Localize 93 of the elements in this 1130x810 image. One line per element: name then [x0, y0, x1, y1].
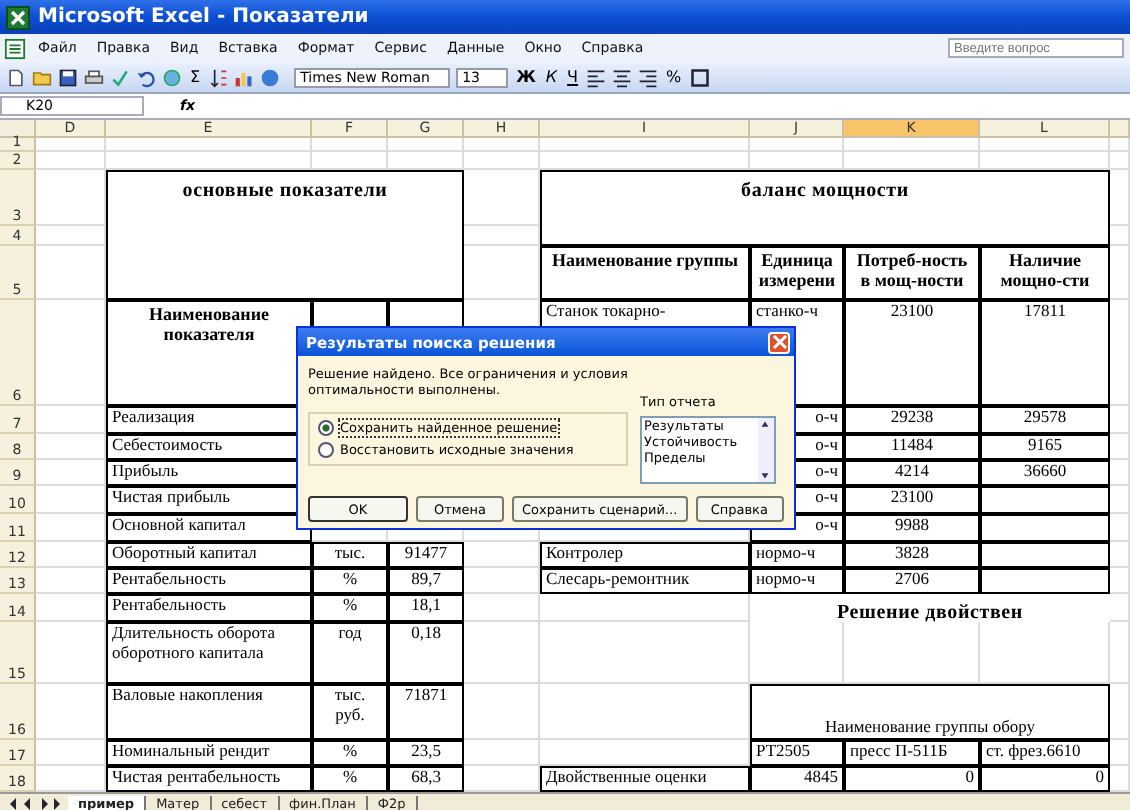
table-cell: 18,1: [388, 594, 464, 622]
scroll-down-icon[interactable]: [758, 468, 772, 482]
column-heading: ст. фрез.6610: [980, 740, 1110, 766]
new-document-icon[interactable]: [6, 67, 26, 87]
table-cell: нормо-ч: [750, 542, 844, 568]
scrollbar[interactable]: [758, 418, 774, 482]
printer-icon[interactable]: [84, 67, 104, 87]
column-header[interactable]: [1110, 120, 1130, 138]
empty-cell[interactable]: [980, 138, 1110, 152]
table-cell: Основной капитал: [106, 514, 312, 542]
table-cell: Номинальный рендит: [106, 740, 312, 766]
empty-cell[interactable]: [750, 138, 844, 152]
table-cell: %: [312, 568, 388, 594]
row-heading: Двойственные оценки: [540, 766, 750, 792]
empty-cell[interactable]: [1110, 622, 1130, 684]
column-heading: Наименование группы обору: [750, 684, 1110, 740]
column-heading: РТ2505: [750, 740, 844, 766]
autosum-button[interactable]: Σ: [188, 68, 203, 86]
table-cell: 0: [980, 766, 1110, 792]
table-cell: 9988: [844, 514, 980, 542]
spreadsheet-app-icon: [6, 5, 30, 29]
table-cell: 68,3: [388, 766, 464, 792]
radio-button[interactable]: [318, 441, 334, 458]
empty-cell[interactable]: [388, 138, 464, 152]
empty-cell[interactable]: [312, 138, 388, 152]
align-center-icon[interactable]: [612, 67, 633, 87]
spreadsheet-document-icon[interactable]: [4, 37, 26, 59]
table-cell: 36660: [980, 460, 1110, 486]
sort-icon[interactable]: [208, 67, 229, 87]
table-cell: год: [312, 622, 388, 684]
table-cell: Валовые накопления: [106, 684, 312, 740]
align-right-icon[interactable]: [638, 67, 659, 87]
chart-icon[interactable]: [234, 67, 255, 87]
save-icon[interactable]: [58, 67, 78, 87]
empty-cell[interactable]: [540, 138, 750, 152]
table-title: Решение двойствен: [750, 594, 1110, 622]
table-cell: 91477: [388, 542, 464, 568]
column-heading: Наличие мощно-сти: [980, 246, 1110, 300]
borders-icon[interactable]: [689, 67, 710, 87]
empty-cell[interactable]: [464, 138, 540, 152]
column-heading: пресс П-511Б: [844, 740, 980, 766]
empty-cell[interactable]: [1110, 138, 1130, 152]
italic-button[interactable]: К: [543, 68, 560, 86]
table-cell: нормо-ч: [750, 568, 844, 594]
table-cell: 29238: [844, 406, 980, 434]
table-cell: 89,7: [388, 568, 464, 594]
column-heading: Единица измерени: [750, 246, 844, 300]
check-mark-icon[interactable]: [110, 67, 130, 87]
table-cell: 0,18: [388, 622, 464, 684]
underline-button[interactable]: Ч: [565, 68, 581, 86]
table-cell: 11484: [844, 434, 980, 460]
table-cell: %: [312, 594, 388, 622]
table-cell: Слесарь-ремонтник: [540, 568, 750, 594]
table-cell: тыс. руб.: [312, 684, 388, 740]
table-title: баланс мощности: [540, 170, 1110, 246]
table-cell: 3828: [844, 542, 980, 568]
table-cell: 9165: [980, 434, 1110, 460]
column-heading: Наименование группы: [540, 246, 750, 300]
table-cell: 23100: [844, 486, 980, 514]
table-cell: 2706: [844, 568, 980, 594]
table-cell: 29578: [980, 406, 1110, 434]
table-cell: 23,5: [388, 740, 464, 766]
table-cell: тыс.: [312, 542, 388, 568]
table-cell: Рентабельность: [106, 568, 312, 594]
table-cell: 23100: [844, 300, 980, 406]
table-cell: Длительность оборота оборотного капитала: [106, 622, 312, 684]
undo-icon[interactable]: [136, 67, 156, 87]
radio-button[interactable]: [318, 419, 334, 436]
empty-cell[interactable]: [464, 152, 540, 170]
empty-cell[interactable]: [844, 138, 980, 152]
table-cell: %: [312, 740, 388, 766]
empty-cell[interactable]: [540, 622, 750, 684]
sheet-navigation-arrows-icon[interactable]: [6, 796, 62, 810]
table-cell: 0: [844, 766, 980, 792]
table-cell: 4845: [750, 766, 844, 792]
table-cell: 71871: [388, 684, 464, 740]
table-cell: 17811: [980, 300, 1110, 406]
window-title: Microsoft Excel - Показатели: [38, 6, 369, 28]
table-title: основные показатели: [106, 170, 464, 300]
select-all-corner[interactable]: [0, 120, 36, 138]
close-button[interactable]: [768, 331, 790, 353]
table-cell: Контролер: [540, 542, 750, 568]
percent-button[interactable]: %: [664, 68, 684, 86]
table-cell: Оборотный капитал: [106, 542, 312, 568]
bold-button[interactable]: Ж: [514, 68, 538, 86]
align-left-icon[interactable]: [586, 67, 607, 87]
table-cell: 4214: [844, 460, 980, 486]
table-cell: Чистая рентабельность: [106, 766, 312, 792]
empty-cell[interactable]: [106, 138, 312, 152]
empty-cell[interactable]: [1110, 152, 1130, 170]
column-heading: Потреб-ность в мощ-ности: [844, 246, 980, 300]
table-cell: %: [312, 766, 388, 792]
table-cell: Рентабельность: [106, 594, 312, 622]
